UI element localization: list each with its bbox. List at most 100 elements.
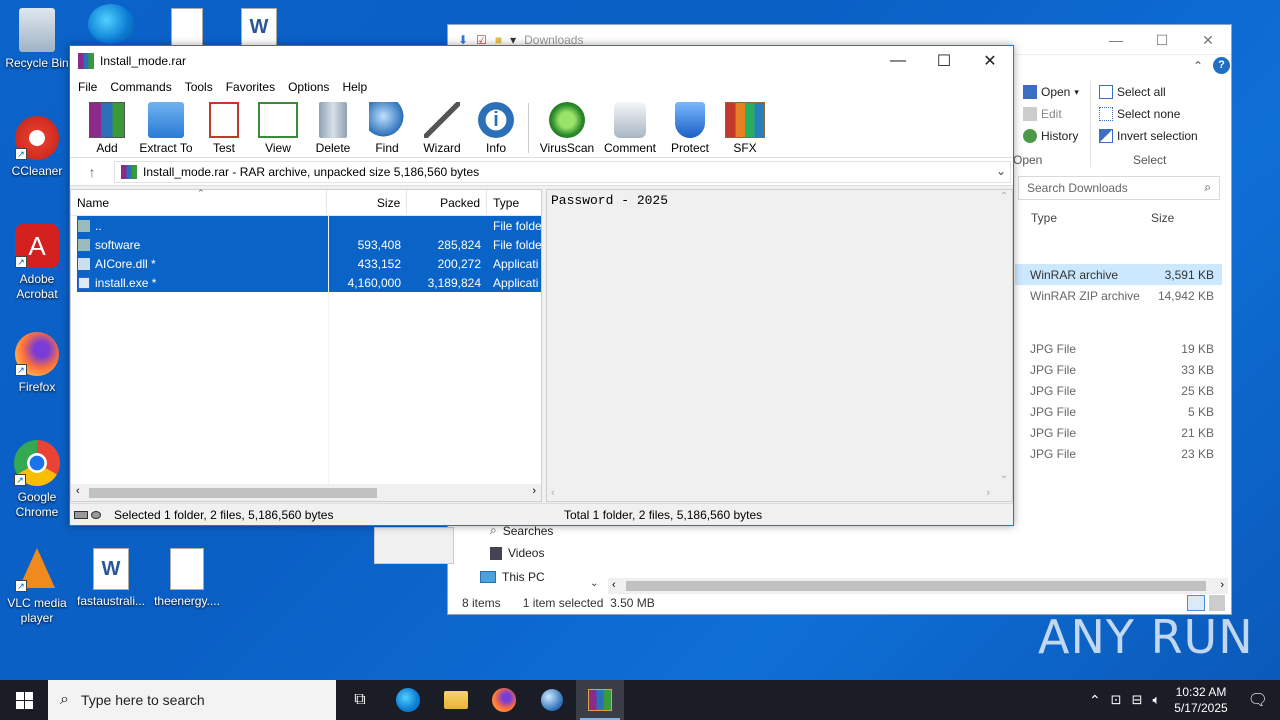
ribbon-open-button[interactable]: Open ▾ [1023, 85, 1079, 99]
extract-to-button[interactable]: Extract To [134, 98, 198, 155]
nav-scroll-down-icon[interactable]: ⌄ [590, 578, 598, 589]
drive-icons[interactable] [74, 510, 114, 519]
details-view-icon[interactable] [1187, 595, 1205, 611]
volume-icon[interactable]: 🔈︎ [1152, 692, 1160, 708]
delete-button[interactable]: Delete [306, 98, 360, 155]
clock[interactable]: 10:32 AM 5/17/2025 [1170, 684, 1231, 716]
desktop-icon-adobe-acrobat[interactable]: A ↗ Adobe Acrobat [2, 224, 72, 302]
file-row[interactable]: JPG File 5 KB [1015, 401, 1222, 422]
menu-help[interactable]: Help [340, 80, 375, 94]
file-list-horizontal-scrollbar[interactable]: ‹ › [71, 484, 541, 501]
taskbar-file-explorer[interactable] [432, 680, 480, 720]
select-all-button[interactable]: Select all [1099, 85, 1166, 99]
ribbon-history-button[interactable]: History [1023, 129, 1078, 143]
minimize-button[interactable]: — [875, 46, 921, 76]
task-view-button[interactable]: ⧉ [336, 680, 384, 720]
desktop-icon-ccleaner[interactable]: ↗ CCleaner [2, 116, 72, 179]
info-button[interactable]: i Info [470, 98, 522, 155]
table-row[interactable]: AICore.dll * 433,152 200,272 Applicati [77, 254, 541, 273]
explorer-minimize-button[interactable]: — [1093, 25, 1139, 55]
desktop-icon-fastaustralia[interactable]: W fastaustrali... [76, 548, 146, 609]
comment-button[interactable]: Comment [599, 98, 661, 155]
scrollbar-thumb[interactable] [89, 488, 377, 498]
winrar-window[interactable]: Install_mode.rar — ☐ ✕ File Commands Too… [69, 45, 1014, 526]
explorer-close-button[interactable]: ✕ [1185, 25, 1231, 55]
column-header-type[interactable]: Type [487, 190, 541, 215]
desktop-icon-edge[interactable] [76, 4, 146, 48]
menu-favorites[interactable]: Favorites [224, 80, 283, 94]
tray-chevron-icon[interactable]: ⌃ [1089, 692, 1101, 709]
menu-options[interactable]: Options [286, 80, 337, 94]
large-icons-view-icon[interactable] [1209, 595, 1225, 611]
protect-button[interactable]: Protect [661, 98, 719, 155]
explorer-maximize-button[interactable]: ☐ [1139, 25, 1185, 55]
select-none-button[interactable]: Select none [1099, 107, 1180, 121]
table-row[interactable]: .. File folde [77, 216, 541, 235]
scroll-right-icon[interactable]: › [986, 487, 990, 499]
archive-comment-pane[interactable]: Password - 2025 ⌃ ⌄ ‹ › [546, 189, 1013, 502]
network-drive-icon[interactable]: ⊡ [1111, 692, 1122, 708]
taskbar-app-globe[interactable] [528, 680, 576, 720]
shortcut-arrow-icon: ↗ [14, 474, 26, 486]
test-button[interactable]: Test [198, 98, 250, 155]
shortcut-arrow-icon: ↗ [15, 148, 27, 160]
column-header-type[interactable]: Type [1031, 211, 1057, 225]
scroll-up-icon[interactable]: ⌃ [1000, 191, 1008, 202]
taskbar-firefox[interactable] [480, 680, 528, 720]
close-button[interactable]: ✕ [967, 46, 1013, 76]
desktop-icon-vlc[interactable]: ↗ VLC media player [2, 548, 72, 626]
table-row[interactable]: software 593,408 285,824 File folde [77, 235, 541, 254]
invert-selection-button[interactable]: Invert selection [1099, 129, 1198, 143]
search-downloads-input[interactable]: Search Downloads ⌕ [1018, 176, 1220, 200]
column-header-packed[interactable]: Packed [407, 190, 488, 215]
find-button[interactable]: Find [360, 98, 414, 155]
add-button[interactable]: Add [80, 98, 134, 155]
ribbon-edit-button[interactable]: Edit [1023, 107, 1062, 121]
menu-tools[interactable]: Tools [183, 80, 221, 94]
sfx-button[interactable]: SFX [719, 98, 771, 155]
column-header-size[interactable]: Size [1151, 211, 1174, 225]
file-row[interactable]: JPG File 23 KB [1015, 443, 1222, 464]
file-row[interactable]: JPG File 25 KB [1015, 380, 1222, 401]
notifications-icon[interactable]: 🗨︎ [1242, 690, 1280, 710]
archive-file-list[interactable]: Name Size Packed Type ⌃ .. File folde so… [70, 188, 542, 502]
desktop-icon-image[interactable] [152, 8, 222, 50]
virusscan-button[interactable]: VirusScan [535, 98, 599, 155]
nav-item-this-pc[interactable]: This PC [480, 570, 545, 584]
desktop-icon-chrome[interactable]: ↗ Google Chrome [2, 440, 72, 520]
view-button[interactable]: View [250, 98, 306, 155]
menu-commands[interactable]: Commands [108, 80, 179, 94]
file-row[interactable]: JPG File 21 KB [1015, 422, 1222, 443]
menu-file[interactable]: File [76, 80, 105, 94]
taskbar-edge[interactable] [384, 680, 432, 720]
network-icon[interactable]: ⊟ [1132, 692, 1143, 708]
desktop-icon-theenergy[interactable]: theenergy.... [152, 548, 222, 609]
desktop-icon-firefox[interactable]: ↗ Firefox [2, 332, 72, 395]
start-button[interactable] [0, 680, 48, 720]
scrollbar-thumb[interactable] [626, 581, 1206, 591]
scroll-left-icon[interactable]: ‹ [76, 485, 80, 497]
table-row[interactable]: install.exe * 4,160,000 3,189,824 Applic… [77, 273, 541, 292]
up-one-level-icon[interactable]: ↑ [70, 164, 114, 180]
file-row[interactable]: JPG File 33 KB [1015, 359, 1222, 380]
maximize-button[interactable]: ☐ [921, 46, 967, 76]
scroll-left-icon[interactable]: ‹ [551, 487, 555, 499]
help-icon[interactable]: ? [1213, 57, 1230, 74]
wizard-button[interactable]: Wizard [414, 98, 470, 155]
file-row[interactable]: WinRAR ZIP archive 14,942 KB [1015, 285, 1222, 306]
desktop-icon-word[interactable]: W [224, 8, 294, 50]
nav-item-videos[interactable]: Videos [490, 546, 544, 560]
scroll-left-icon[interactable]: ‹ [612, 579, 616, 591]
taskbar-winrar[interactable] [576, 680, 624, 720]
ribbon-collapse-icon[interactable]: ⌃ [1193, 59, 1203, 73]
desktop-icon-recycle-bin[interactable]: Recycle Bin [2, 8, 72, 71]
scroll-down-icon[interactable]: ⌄ [1000, 470, 1008, 481]
archive-path-field[interactable]: Install_mode.rar - RAR archive, unpacked… [114, 160, 1011, 183]
file-row[interactable]: JPG File 19 KB [1015, 338, 1222, 359]
scroll-right-icon[interactable]: › [532, 485, 536, 497]
file-row[interactable]: WinRAR archive 3,591 KB [1015, 264, 1222, 285]
column-header-size[interactable]: Size [327, 190, 408, 215]
scroll-right-icon[interactable]: › [1220, 579, 1224, 591]
path-dropdown-icon[interactable]: ⌄ [996, 164, 1006, 178]
taskbar-search-box[interactable]: ⌕ Type here to search [48, 680, 336, 720]
